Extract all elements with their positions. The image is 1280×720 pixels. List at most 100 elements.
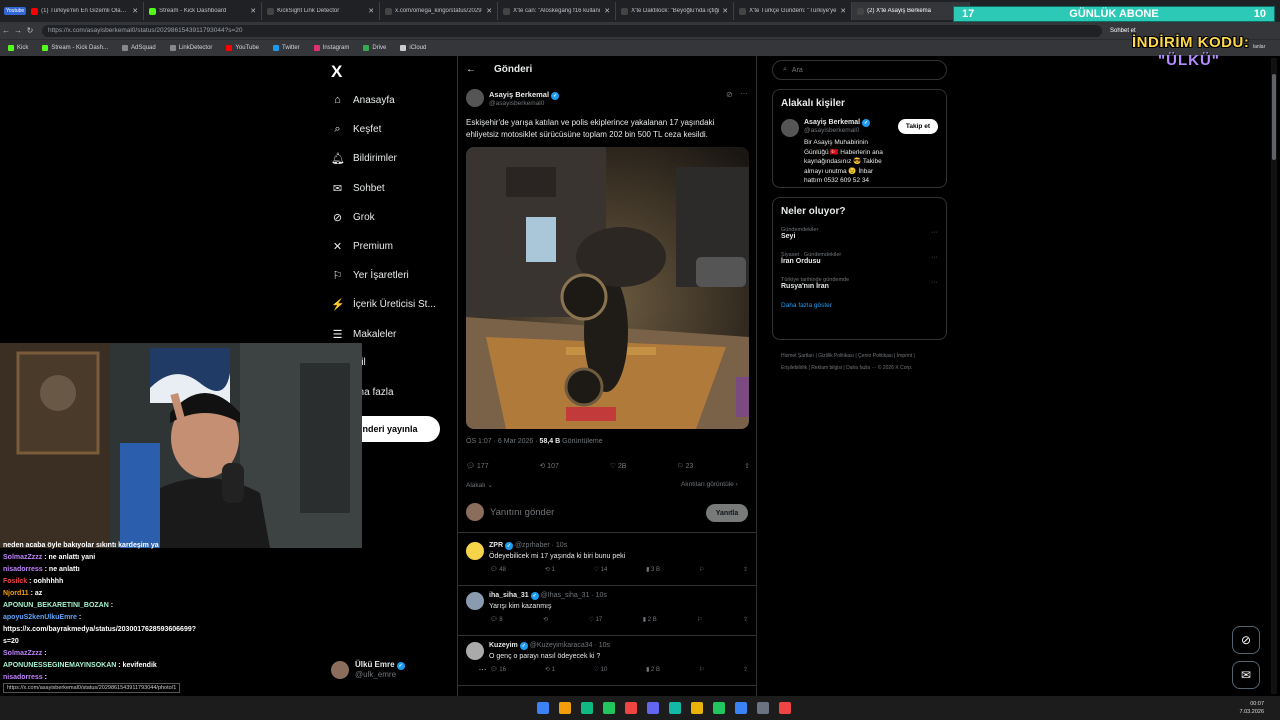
search-input[interactable]: ⌕ Ara bbox=[772, 60, 947, 80]
more-icon[interactable]: ··· bbox=[931, 254, 938, 261]
reply-author[interactable]: Kuzeyim bbox=[489, 642, 518, 649]
view-count[interactable]: ▮ 3 B bbox=[646, 566, 660, 573]
chat-username[interactable]: SolmazZzzz bbox=[3, 554, 42, 561]
close-icon[interactable]: ✕ bbox=[368, 7, 374, 15]
browser-tab[interactable]: X'te Türkçe Gündem: "Türkiye'ye ✕ bbox=[734, 2, 853, 20]
taskbar-app-icon[interactable] bbox=[647, 702, 659, 714]
chat-username[interactable]: APONUN_BEKARETINI_BOZAN bbox=[3, 602, 109, 609]
taskbar-app-icon[interactable] bbox=[735, 702, 747, 714]
share-icon[interactable]: ⇪ bbox=[743, 666, 748, 673]
sidebar-item[interactable]: ⚡ İçerik Üreticisi St... bbox=[331, 298, 436, 311]
close-icon[interactable]: ✕ bbox=[250, 7, 256, 15]
reply-author[interactable]: iha_siha_31 bbox=[489, 592, 529, 599]
browser-tab[interactable]: X'te can: "Aloskegang f16 kullanı ✕ bbox=[498, 2, 617, 20]
share-icon[interactable]: ⇪ bbox=[743, 616, 748, 623]
close-icon[interactable]: ✕ bbox=[840, 7, 846, 15]
url-input[interactable]: https://x.com/asayisberkemal0/status/202… bbox=[42, 24, 1102, 37]
reply-author[interactable]: ZPR bbox=[489, 542, 503, 549]
taskbar-app-icon[interactable] bbox=[603, 702, 615, 714]
bookmark-icon[interactable]: ⚐ bbox=[699, 666, 704, 673]
bookmark-item[interactable]: Instagram bbox=[313, 45, 349, 51]
taskbar-app-icon[interactable] bbox=[713, 702, 725, 714]
like-action[interactable]: ♡ 2B bbox=[610, 462, 627, 470]
back-icon[interactable]: ← bbox=[0, 26, 12, 35]
sidebar-item[interactable]: ☰ Makaleler bbox=[331, 328, 397, 341]
person-name[interactable]: Asayiş Berkemal bbox=[804, 119, 860, 126]
close-icon[interactable]: ✕ bbox=[132, 7, 138, 15]
bookmark-action[interactable]: ⚐ 23 bbox=[677, 462, 693, 470]
taskbar-app-icon[interactable] bbox=[559, 702, 571, 714]
more-icon[interactable]: ··· bbox=[931, 229, 938, 236]
taskbar-app-icon[interactable] bbox=[779, 702, 791, 714]
chat-username[interactable]: nisadorress bbox=[3, 566, 43, 573]
forward-icon[interactable]: → bbox=[12, 26, 24, 35]
bookmark-item[interactable]: LinkDetector bbox=[169, 45, 212, 51]
repost-action[interactable]: ⟲ 107 bbox=[539, 462, 559, 470]
close-icon[interactable]: ✕ bbox=[604, 7, 610, 15]
sidebar-item[interactable]: ⊘ Grok bbox=[331, 211, 375, 224]
chat-username[interactable]: Fosilck bbox=[3, 578, 27, 585]
taskbar-app-icon[interactable] bbox=[581, 702, 593, 714]
sidebar-item[interactable]: 🔔︎ Bildirimler bbox=[331, 152, 397, 165]
chat-username[interactable]: apoyuS2kenUlkuEmre bbox=[3, 614, 77, 621]
share-icon[interactable]: ⇪ bbox=[743, 566, 748, 573]
bookmark-item[interactable]: iCloud bbox=[400, 45, 426, 51]
messages-fab-icon[interactable]: ✉ bbox=[1232, 661, 1260, 689]
repost-count[interactable]: ⟲ bbox=[543, 616, 548, 623]
taskbar-app-icon[interactable] bbox=[757, 702, 769, 714]
chat-username[interactable]: SolmazZzzz bbox=[3, 650, 42, 657]
sidebar-item[interactable]: ⚐ Yer İşaretleri bbox=[331, 269, 409, 282]
repost-count[interactable]: ⟲ 1 bbox=[545, 666, 555, 673]
browser-tab[interactable]: (1) Türkiye'nin En Gizemli Olayı: Ta ✕ bbox=[26, 2, 145, 20]
back-arrow-icon[interactable]: ← bbox=[466, 64, 476, 75]
chat-username[interactable]: Njord11 bbox=[3, 590, 29, 597]
reply-item[interactable]: iha_siha_31 ✓ @Ihas_siha_31 · 10s Yarışı k… bbox=[458, 586, 756, 636]
reload-icon[interactable]: ↻ bbox=[24, 26, 36, 35]
chat-label[interactable]: Sohbet et bbox=[1110, 28, 1136, 34]
reply-composer[interactable]: Yanıtını gönder bbox=[466, 503, 554, 521]
clock[interactable]: 00:07 7.03.2026 bbox=[1240, 700, 1264, 716]
show-more-link[interactable]: Daha fazla göster bbox=[781, 302, 938, 309]
repost-count[interactable]: ⟲ 1 bbox=[545, 566, 555, 573]
footer-links[interactable]: Hizmet Şartları | Gizlilik Politikası | … bbox=[781, 350, 941, 374]
reply-input[interactable]: Yanıtını gönder bbox=[490, 507, 554, 518]
taskbar-app-icon[interactable] bbox=[669, 702, 681, 714]
share-icon[interactable]: ⇪ bbox=[744, 462, 750, 470]
bookmark-item[interactable]: Drive bbox=[363, 45, 386, 51]
grok-fab-icon[interactable]: ⊘ bbox=[1232, 626, 1260, 654]
bookmark-icon[interactable]: ⚐ bbox=[699, 566, 704, 573]
reply-item[interactable]: Kuzeyim ✓ @Kuzeyimkaraca34 · 10s O genç o … bbox=[458, 636, 756, 686]
more-icon[interactable]: ··· bbox=[931, 279, 938, 286]
taskbar-app-icon[interactable] bbox=[625, 702, 637, 714]
grok-icon[interactable]: ⊘ bbox=[726, 90, 733, 99]
browser-tab[interactable]: x.com/omega_kingo/status/2029 ✕ bbox=[380, 2, 499, 20]
chat-username[interactable]: APONUNESSEGINEMAYINSOKAN bbox=[3, 662, 116, 669]
taskbar-app-icon[interactable] bbox=[691, 702, 703, 714]
trend-item[interactable]: Gündemdekiler Seyi ··· bbox=[781, 227, 938, 240]
like-count[interactable]: ♡ 17 bbox=[589, 616, 603, 623]
reply-count[interactable]: 💬︎ 8 bbox=[490, 616, 503, 623]
browser-tab[interactable]: X'te Daktilock: "Beyoğlu'nda içtiği ✕ bbox=[616, 2, 735, 20]
taskbar-app-icon[interactable] bbox=[537, 702, 549, 714]
bookmark-item[interactable]: Twitter bbox=[273, 45, 300, 51]
more-icon[interactable]: ··· bbox=[740, 89, 748, 98]
sidebar-item[interactable]: ✉ Sohbet bbox=[331, 182, 385, 195]
browser-tab[interactable]: KickSight Link Detector ✕ bbox=[262, 2, 381, 20]
follow-button[interactable]: Takip et bbox=[897, 119, 938, 134]
sidebar-item[interactable]: ⌕ Keşfet bbox=[331, 123, 381, 136]
like-count[interactable]: ♡ 10 bbox=[594, 666, 608, 673]
reply-count[interactable]: 💬︎ 16 bbox=[490, 666, 506, 673]
post-author[interactable]: Asayiş Berkemal ✓ @asayisberkemal0 bbox=[466, 89, 560, 107]
trend-item[interactable]: Türkiye tarihinde gündemde Rusya'nın İran… bbox=[781, 277, 938, 290]
sidebar-item[interactable]: ✕ Premium bbox=[331, 240, 393, 253]
reply-action[interactable]: 💬︎ 177 bbox=[466, 462, 489, 470]
bookmark-item[interactable]: Stream - Kick Dash... bbox=[42, 45, 108, 51]
view-count[interactable]: ▮ 2 B bbox=[646, 666, 660, 673]
bookmark-item[interactable]: Kick bbox=[8, 45, 28, 51]
view-count[interactable]: ▮ 2 B bbox=[643, 616, 657, 623]
close-icon[interactable]: ✕ bbox=[722, 7, 728, 15]
like-count[interactable]: ♡ 14 bbox=[594, 566, 608, 573]
trend-item[interactable]: Siyaset · Gündemdekiler İran Ordusu ··· bbox=[781, 252, 938, 265]
close-icon[interactable]: ✕ bbox=[486, 7, 492, 15]
post-image[interactable] bbox=[466, 147, 749, 429]
